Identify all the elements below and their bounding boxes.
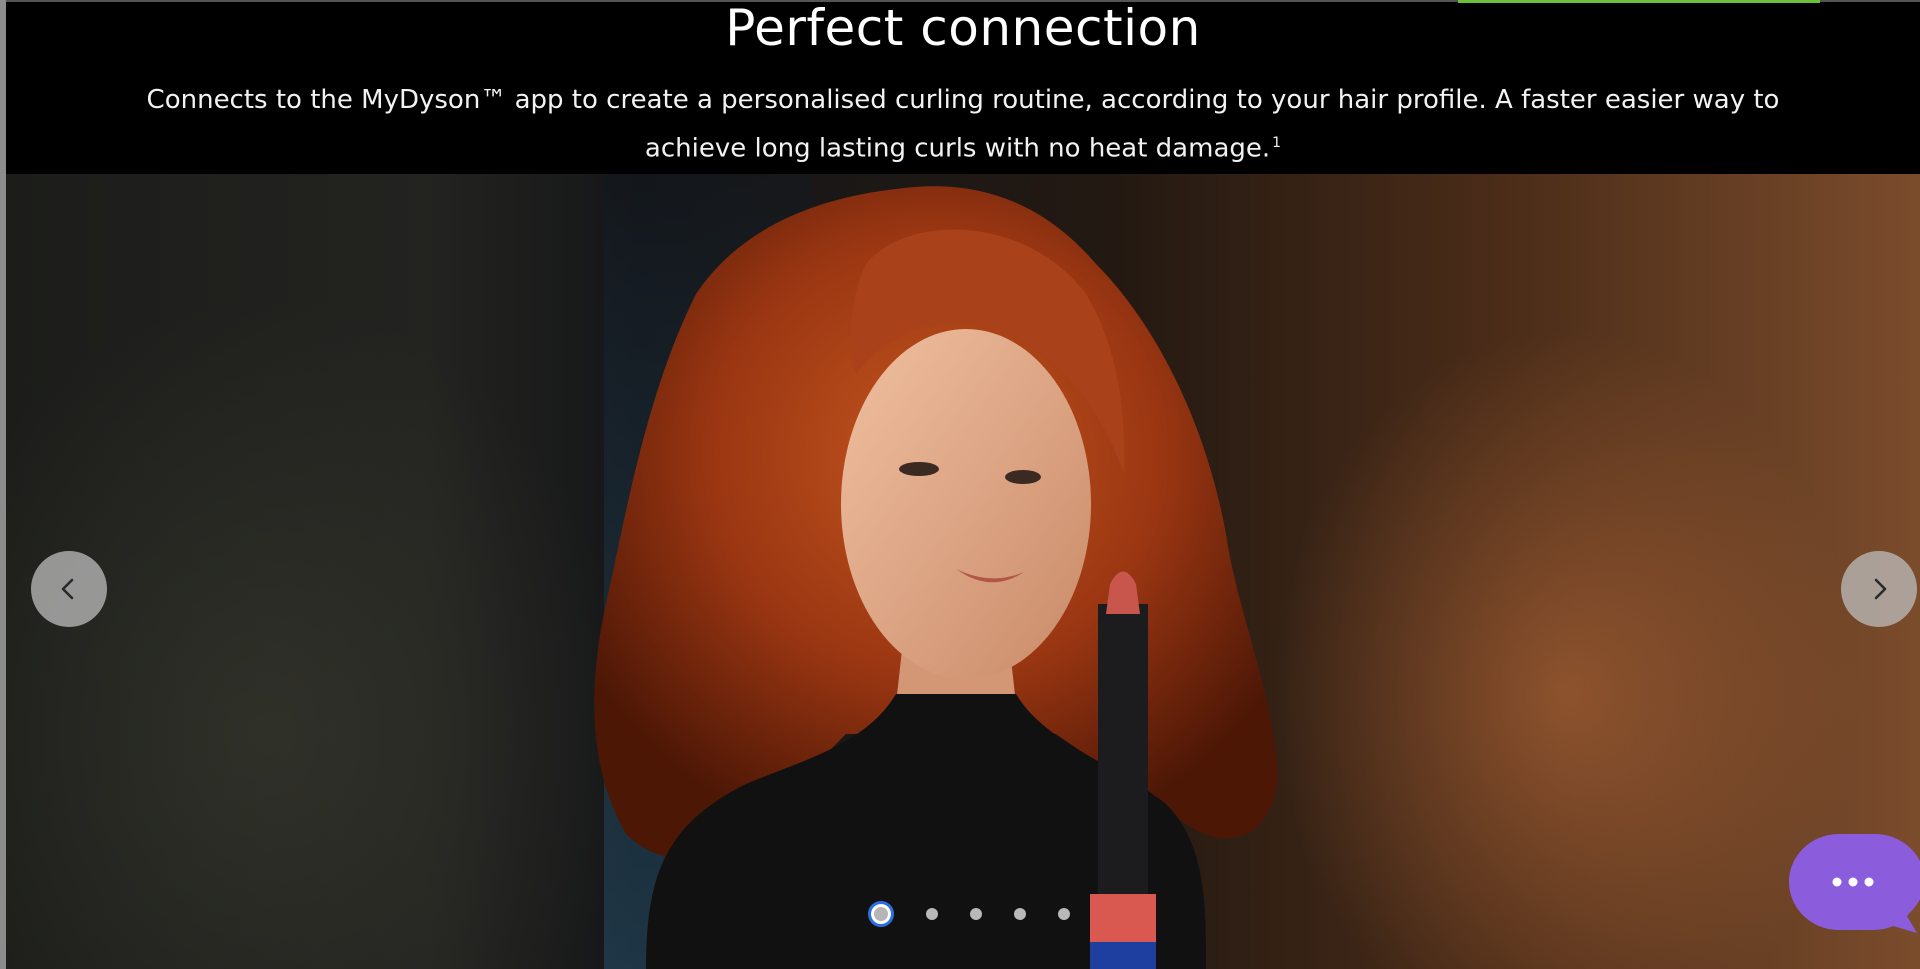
product-feature-section: Perfect connection Connects to the MyDys…: [0, 0, 1920, 969]
carousel-dot[interactable]: [926, 908, 938, 920]
styler-handle-shape: [1090, 942, 1156, 969]
carousel-pagination: [868, 898, 1102, 930]
carousel-dot[interactable]: [868, 901, 894, 927]
section-description: Connects to the MyDyson™ app to create a…: [146, 79, 1780, 171]
carousel-dot[interactable]: [1058, 908, 1070, 920]
chevron-right-icon: [1874, 578, 1887, 600]
carousel-prev-button[interactable]: [31, 551, 107, 627]
hero-illustration: [594, 174, 1278, 969]
carousel-dot[interactable]: [1014, 908, 1026, 920]
carousel-next-button[interactable]: [1841, 551, 1917, 627]
scroll-progress-accent: [1458, 0, 1820, 3]
eye-right-shape: [1005, 470, 1041, 484]
carousel-dot[interactable]: [970, 908, 982, 920]
chat-button[interactable]: [1789, 834, 1920, 936]
chevron-left-icon: [61, 578, 74, 600]
styler-barrel-shape: [1098, 604, 1148, 909]
footnote-marker: 1: [1272, 135, 1282, 151]
section-header: Perfect connection Connects to the MyDys…: [6, 0, 1920, 174]
carousel-slide-image: [6, 174, 1920, 969]
chat-bubble-icon: [1789, 834, 1920, 933]
face-shape: [841, 329, 1091, 679]
section-title: Perfect connection: [725, 0, 1201, 57]
eye-left-shape: [899, 462, 939, 476]
description-text: Connects to the MyDyson™ app to create a…: [146, 85, 1780, 164]
left-border: [0, 0, 6, 969]
